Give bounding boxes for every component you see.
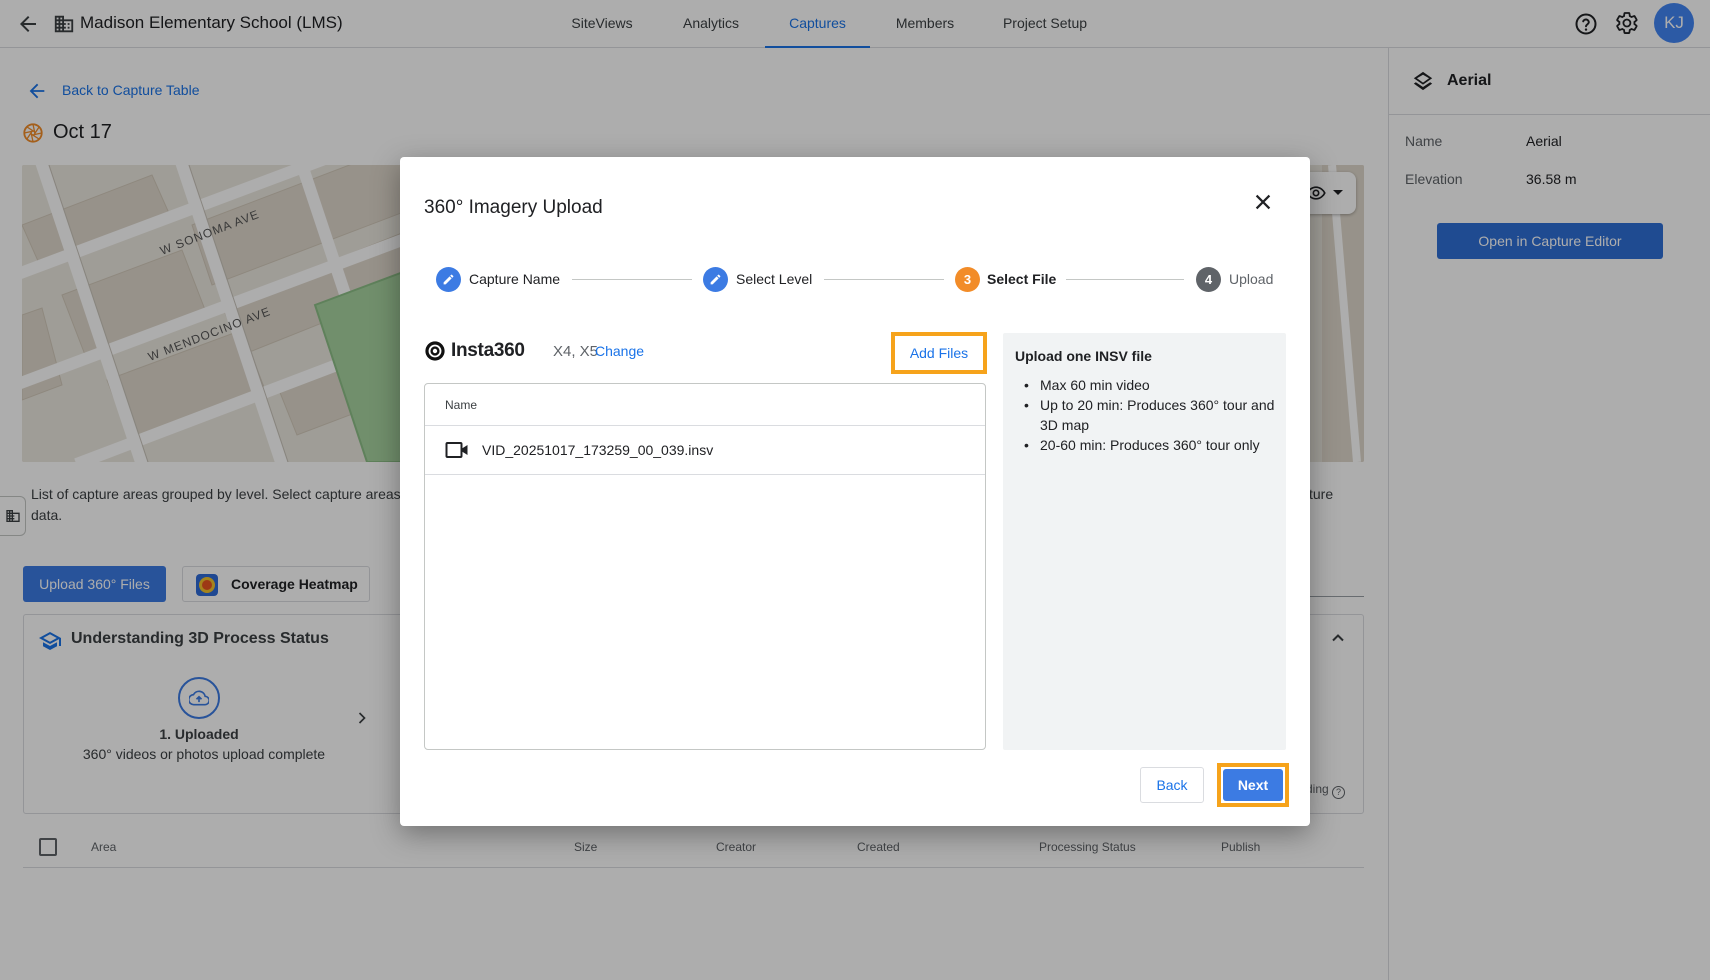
insta360-logo-icon — [425, 341, 445, 361]
step-3-active-circle: 3 — [955, 267, 980, 292]
video-camera-icon — [445, 442, 468, 458]
camera-models: X4, X5 — [553, 343, 599, 360]
step-capture-name-label: Capture Name — [469, 271, 561, 287]
step-select-level-label: Select Level — [736, 271, 813, 287]
step-4-pending-circle: 4 — [1196, 267, 1221, 292]
upload-stepper: Capture Name Select Level 3 Select File … — [400, 267, 1310, 297]
pencil-icon — [710, 274, 721, 285]
info-bullet: Max 60 min video — [1015, 375, 1280, 395]
pencil-icon — [443, 274, 454, 285]
column-header-name: Name — [445, 398, 478, 412]
step-connector — [824, 279, 944, 280]
close-icon[interactable] — [1252, 191, 1274, 213]
step-2-done-circle — [703, 267, 728, 292]
step-connector — [1066, 279, 1184, 280]
info-title: Upload one INSV file — [1015, 348, 1152, 364]
next-button-highlight: Next — [1217, 763, 1289, 807]
upload-requirements-info: Upload one INSV file Max 60 min video Up… — [1003, 333, 1286, 750]
step-connector — [572, 279, 692, 280]
info-bullet: Up to 20 min: Produces 360° tour and 3D … — [1015, 395, 1280, 435]
info-bullet: 20-60 min: Produces 360° tour only — [1015, 435, 1280, 455]
step-1-done-circle — [436, 267, 461, 292]
imagery-upload-dialog: 360° Imagery Upload Capture Name Select … — [400, 157, 1310, 826]
file-table-header: Name — [425, 384, 985, 426]
add-files-button[interactable]: Add Files — [891, 332, 987, 374]
selected-files-table: Name VID_20251017_173259_00_039.insv — [424, 383, 986, 750]
file-name: VID_20251017_173259_00_039.insv — [482, 442, 714, 458]
next-button[interactable]: Next — [1223, 769, 1283, 801]
camera-brand-name: Insta360 — [451, 340, 525, 361]
dialog-title: 360° Imagery Upload — [424, 197, 603, 218]
file-row[interactable]: VID_20251017_173259_00_039.insv — [425, 426, 985, 475]
step-upload-label: Upload — [1229, 271, 1274, 287]
step-select-file-label: Select File — [987, 271, 1057, 287]
change-camera-link[interactable]: Change — [595, 343, 644, 359]
back-button[interactable]: Back — [1140, 767, 1204, 803]
info-bullet-list: Max 60 min video Up to 20 min: Produces … — [1015, 375, 1280, 455]
